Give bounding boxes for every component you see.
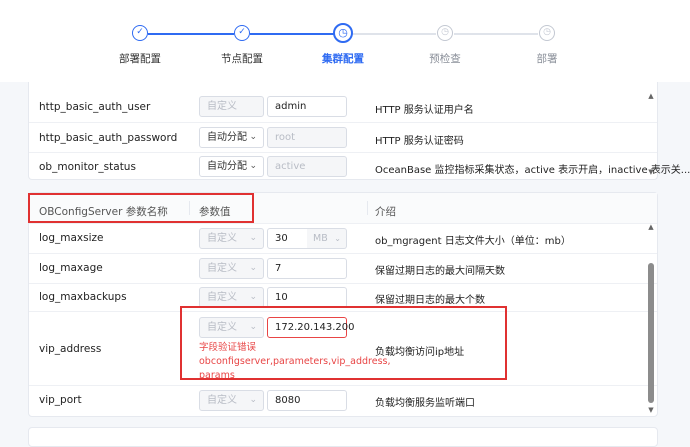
chevron-down-icon: ⌄ (249, 263, 257, 273)
param-name: log_maxbackups (39, 291, 127, 303)
param-desc: 保留过期日志的最大个数 (375, 295, 485, 306)
unit-select: MB ⌄ (307, 228, 347, 249)
mode-value: 自定义 (207, 292, 237, 303)
param-value-input[interactable]: admin (267, 96, 347, 117)
step-label: 集群配置 (322, 53, 364, 65)
step-cluster-config[interactable]: ◷ 集群配置 (298, 23, 388, 66)
scroll-up-icon[interactable]: ▲ (647, 92, 655, 100)
table-row: http_basic_auth_user 自定义 admin HTTP 服务认证… (29, 92, 657, 122)
param-name: log_maxage (39, 262, 103, 274)
table-row: log_maxage 自定义 ⌄ 7 保留过期日志的最大间隔天数 (29, 253, 657, 283)
scroll-up-icon[interactable]: ▲ (647, 223, 655, 231)
mode-select[interactable]: 自定义 ⌄ (199, 228, 264, 249)
mode-select[interactable]: 自定义 ⌄ (199, 287, 264, 308)
param-name: log_maxsize (39, 232, 104, 244)
clock-icon: ◷ (437, 25, 453, 41)
step-precheck: ◷ 预检查 (400, 25, 490, 66)
mode-select[interactable]: 自定义 (199, 96, 264, 117)
step-deploy-config[interactable]: ✓ 部署配置 (95, 25, 185, 66)
param-name: http_basic_auth_user (39, 101, 151, 113)
check-icon: ✓ (132, 25, 148, 41)
step-label: 节点配置 (221, 53, 263, 65)
mode-value: 自定义 (207, 233, 237, 244)
scrollbar[interactable]: ▲ ▼ (647, 92, 655, 178)
mode-select[interactable]: 自动分配 ⌄ (199, 127, 264, 148)
mode-value: 自定义 (207, 395, 237, 406)
param-desc: 保留过期日志的最大间隔天数 (375, 266, 505, 277)
obconfigserver-params-card: OBConfigServer 参数名称 参数值 介绍 log_maxsize 自… (28, 192, 658, 417)
mode-select[interactable]: 自定义 ⌄ (199, 390, 264, 411)
header-intro: 介绍 (375, 206, 396, 218)
step-label: 部署配置 (119, 53, 161, 65)
clock-icon: ◷ (333, 23, 353, 43)
next-card (28, 427, 658, 447)
table-row: http_basic_auth_password 自动分配 ⌄ root HTT… (29, 122, 657, 152)
param-desc: HTTP 服务认证用户名 (375, 105, 474, 116)
param-value-input[interactable]: 10 (267, 287, 347, 308)
param-value-input: root (267, 127, 347, 148)
chevron-down-icon: ⌄ (334, 234, 341, 243)
param-desc: ob_mgragent 日志文件大小（单位：mb） (375, 236, 571, 247)
highlight-box (28, 193, 254, 223)
param-value-input: active (267, 156, 347, 177)
param-value-input[interactable]: 30 (267, 228, 308, 249)
mode-value: 自动分配 (207, 132, 247, 143)
param-name: ob_monitor_status (39, 161, 136, 173)
chevron-down-icon: ⌄ (249, 161, 257, 171)
steps-bar: ✓ 部署配置 ✓ 节点配置 ◷ 集群配置 ◷ 预检查 ◷ 部署 (0, 0, 690, 82)
params-card-top: http_basic_auth_user 自定义 admin HTTP 服务认证… (28, 82, 690, 180)
step-label: 部署 (536, 53, 558, 65)
mode-value: 自动分配 (207, 161, 247, 172)
scroll-down-icon[interactable]: ▼ (647, 406, 655, 414)
unit-value: MB (313, 233, 328, 244)
step-node-config[interactable]: ✓ 节点配置 (197, 25, 287, 66)
param-value-input[interactable]: 8080 (267, 390, 347, 411)
table-row: log_maxsize 自定义 ⌄ 30 MB ⌄ ob_mgragent 日志… (29, 223, 657, 253)
step-label: 预检查 (429, 53, 461, 65)
param-name: http_basic_auth_password (39, 132, 178, 144)
column-divider (367, 201, 368, 215)
param-desc: OceanBase 监控指标采集状态，active 表示开启，inactive … (375, 165, 690, 176)
check-icon: ✓ (234, 25, 250, 41)
param-desc: HTTP 服务认证密码 (375, 136, 464, 147)
chevron-down-icon: ⌄ (249, 292, 257, 302)
table-row: ob_monitor_status 自动分配 ⌄ active OceanBas… (29, 152, 690, 180)
mode-value: 自定义 (207, 101, 237, 112)
scrollbar[interactable]: ▲ ▼ (647, 223, 655, 416)
param-value-input[interactable]: 7 (267, 258, 347, 279)
chevron-down-icon: ⌄ (249, 233, 257, 243)
scrollbar-thumb[interactable] (648, 263, 654, 403)
step-deploy: ◷ 部署 (502, 25, 592, 66)
mode-select[interactable]: 自动分配 ⌄ (199, 156, 264, 177)
table-row: vip_port 自定义 ⌄ 8080 负载均衡服务监听端口 (29, 385, 657, 415)
chevron-down-icon: ⌄ (249, 132, 257, 142)
mode-select[interactable]: 自定义 ⌄ (199, 258, 264, 279)
clock-icon: ◷ (539, 25, 555, 41)
chevron-down-icon: ⌄ (249, 395, 257, 405)
param-name: vip_address (39, 343, 102, 355)
scroll-down-icon[interactable]: ▼ (647, 168, 655, 176)
param-desc: 负载均衡服务监听端口 (375, 398, 475, 409)
param-name: vip_port (39, 394, 82, 406)
mode-value: 自定义 (207, 263, 237, 274)
highlight-box (180, 306, 507, 380)
